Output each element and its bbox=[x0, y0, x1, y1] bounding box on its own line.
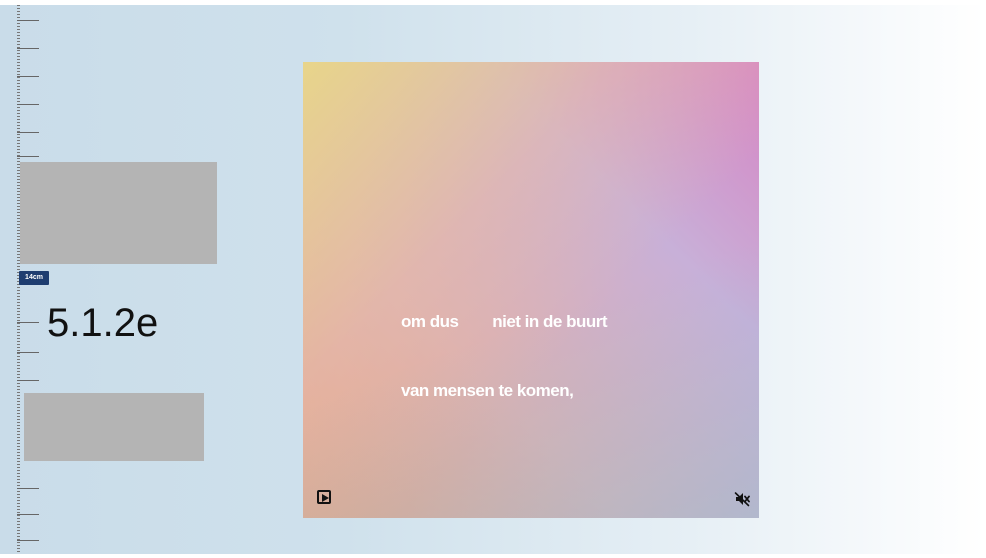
ruler-major-tick bbox=[17, 132, 39, 133]
ruler-major-tick bbox=[17, 20, 39, 21]
play-icon bbox=[322, 494, 329, 502]
caption-line-2: van mensen te komen, bbox=[401, 381, 574, 400]
play-button[interactable] bbox=[317, 490, 331, 504]
section-number: 5.1.2e bbox=[47, 301, 159, 345]
ruler-major-tick bbox=[17, 540, 39, 541]
ruler-major-tick bbox=[17, 352, 39, 353]
ruler-major-tick bbox=[17, 156, 39, 157]
caption-line-1: om dus niet in de buurt bbox=[401, 312, 608, 331]
ruler-major-tick bbox=[17, 380, 39, 381]
redacted-image-placeholder bbox=[24, 393, 204, 461]
video-caption: om dus niet in de buurt van mensen te ko… bbox=[401, 264, 608, 448]
ruler-major-tick bbox=[17, 48, 39, 49]
mute-button[interactable] bbox=[734, 491, 750, 507]
video-player[interactable]: om dus niet in de buurt van mensen te ko… bbox=[303, 62, 759, 518]
ruler-major-tick bbox=[17, 322, 39, 323]
ruler-major-tick bbox=[17, 488, 39, 489]
ruler-major-tick bbox=[17, 514, 39, 515]
volume-muted-icon bbox=[734, 492, 750, 507]
ruler-major-tick bbox=[17, 104, 39, 105]
redacted-image-placeholder bbox=[20, 162, 217, 264]
zoom-badge: 14cm bbox=[19, 271, 49, 285]
ruler-major-tick bbox=[17, 76, 39, 77]
